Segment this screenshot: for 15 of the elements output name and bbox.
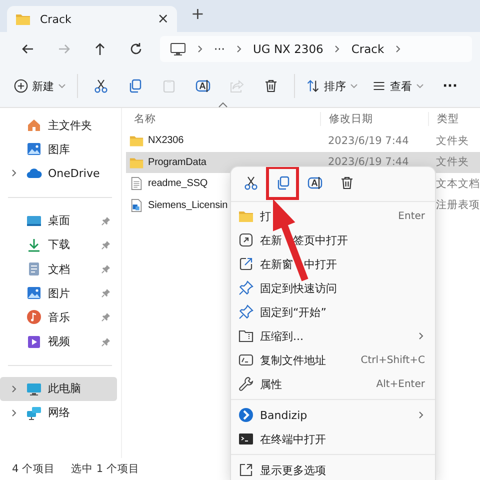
file-name: ProgramData bbox=[148, 156, 206, 168]
file-name: readme_SSQ bbox=[148, 178, 208, 190]
shortcut-text: Enter bbox=[398, 210, 425, 222]
type-cell-text: 文本文档 bbox=[435, 176, 480, 191]
date-cell-text: 2023/6/19 7:44 bbox=[327, 156, 410, 168]
item-count: 4 个项目 bbox=[12, 462, 56, 476]
type-cell-text: 注册表项 bbox=[435, 198, 480, 212]
file-name: Siemens_Licensin bbox=[148, 200, 228, 211]
file-name: NX2306 bbox=[148, 135, 184, 146]
date-cell-text: 2023/6/19 7:44 bbox=[327, 134, 410, 147]
type-cell-text: 文件夹 bbox=[435, 155, 470, 170]
selection-count: 选中 1 个项目 bbox=[71, 462, 140, 476]
shortcut-text: Alt+Enter bbox=[376, 378, 425, 390]
type-cell-text: 文件夹 bbox=[435, 134, 470, 148]
shortcut-text: Ctrl+Shift+C bbox=[360, 354, 425, 366]
